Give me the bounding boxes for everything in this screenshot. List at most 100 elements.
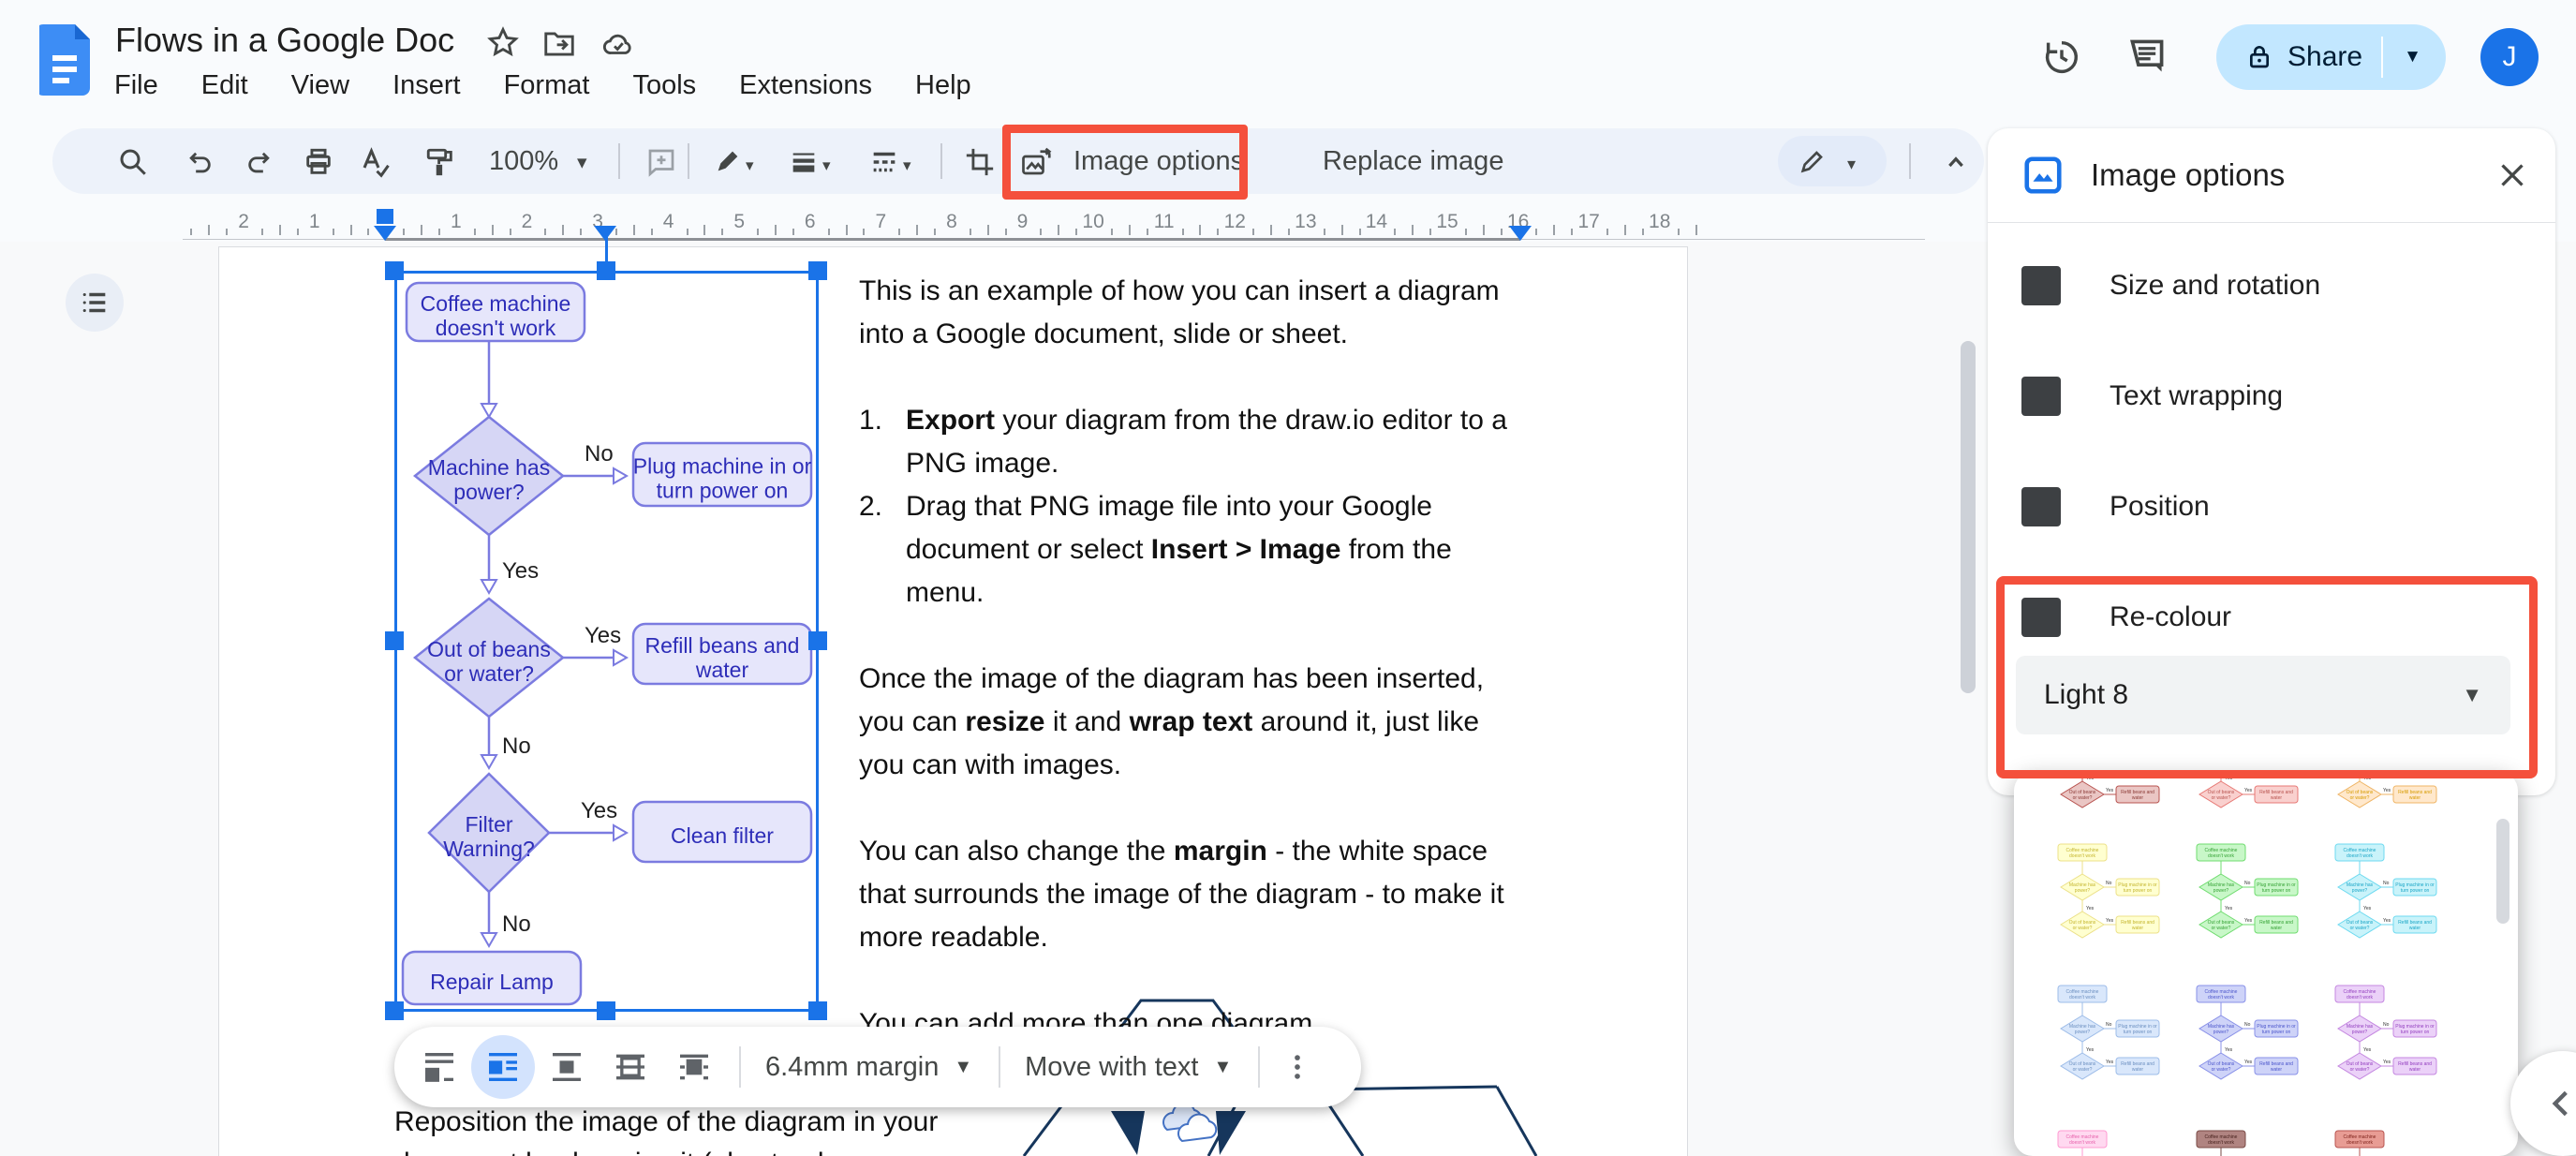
border-dash-icon[interactable]: [864, 141, 905, 183]
svg-text:Yes: Yes: [502, 558, 539, 584]
border-color-caret-icon: ▾: [746, 156, 754, 175]
avatar[interactable]: J: [2480, 28, 2539, 86]
annotation-box-recolour: [1996, 576, 2538, 778]
lock-icon: [2244, 41, 2274, 73]
section-toggle-icon[interactable]: [2021, 487, 2061, 526]
selection-handle[interactable]: [597, 261, 615, 280]
menu-edit[interactable]: Edit: [186, 67, 263, 104]
edit-pen-icon[interactable]: [1791, 141, 1832, 183]
edit-pen-caret-icon: ▾: [1847, 155, 1856, 174]
svg-text:Coffee machinedoesn't work: Coffee machinedoesn't work: [2344, 1134, 2376, 1146]
share-dropdown-caret[interactable]: ▼: [2398, 47, 2438, 67]
search-icon[interactable]: [112, 141, 154, 183]
flowchart-image[interactable]: Coffee machinedoesn't workMachine haspow…: [397, 274, 815, 1008]
cloud-status-icon[interactable]: [600, 26, 637, 62]
version-history-icon[interactable]: [2040, 36, 2083, 79]
recolour-thumbnail-light-blue[interactable]: Coffee machinedoesn't workMachine haspow…: [2050, 984, 2165, 1089]
paint-format-icon[interactable]: [420, 141, 461, 183]
panel-divider: [1988, 222, 2555, 223]
recolour-thumbnail-cyan[interactable]: Coffee machinedoesn't workMachine haspow…: [2328, 842, 2442, 947]
menu-insert[interactable]: Insert: [378, 67, 476, 104]
panel-section-text-wrapping[interactable]: Text wrapping: [2021, 377, 2283, 416]
wrap-text-icon[interactable]: [484, 1048, 522, 1086]
image-toolbar-more-icon[interactable]: [1279, 1048, 1316, 1086]
share-button[interactable]: Share ▼: [2216, 24, 2446, 90]
recolour-thumbnail-pink[interactable]: Coffee machinedoesn't workMachine haspow…: [2050, 1129, 2165, 1156]
close-panel-icon[interactable]: [2495, 158, 2529, 192]
recolour-thumbnail-green[interactable]: Coffee machinedoesn't workMachine haspow…: [2189, 842, 2303, 947]
margin-dropdown[interactable]: 6.4mm margin: [765, 1052, 939, 1083]
svg-text:Yes: Yes: [2086, 906, 2095, 911]
selection-handle[interactable]: [808, 261, 827, 280]
replace-image-button[interactable]: Replace image: [1323, 128, 1503, 194]
selection-handle[interactable]: [808, 1001, 827, 1020]
document-body-text[interactable]: This is an example of how you can insert…: [859, 270, 1528, 1089]
menu-view[interactable]: View: [276, 67, 364, 104]
recolour-thumbnail-orange[interactable]: Coffee machinedoesn't workMachine haspow…: [2328, 772, 2442, 817]
comments-icon[interactable]: [2126, 36, 2168, 77]
redo-icon[interactable]: [240, 141, 281, 183]
menu-format[interactable]: Format: [489, 67, 605, 104]
toolbar-divider: [1909, 143, 1911, 179]
svg-text:Yes: Yes: [2106, 1060, 2114, 1065]
first-line-indent-marker[interactable]: [377, 209, 393, 224]
image-toolbar-divider: [1258, 1046, 1260, 1088]
svg-text:Yes: Yes: [2106, 788, 2114, 793]
behind-text-icon[interactable]: [612, 1048, 649, 1086]
move-folder-icon[interactable]: [541, 26, 577, 62]
spellcheck-icon[interactable]: [355, 141, 396, 183]
panel-section-size-and-rotation[interactable]: Size and rotation: [2021, 266, 2320, 305]
show-outline-button[interactable]: [66, 274, 124, 332]
panel-section-position[interactable]: Position: [2021, 487, 2210, 526]
add-comment-icon[interactable]: [641, 141, 682, 183]
document-title[interactable]: Flows in a Google Doc: [115, 21, 454, 60]
wrap-inline-icon[interactable]: [421, 1048, 458, 1086]
svg-text:Coffee machinedoesn't work: Coffee machinedoesn't work: [2066, 848, 2099, 859]
section-toggle-icon[interactable]: [2021, 266, 2061, 305]
right-indent-marker[interactable]: [1509, 226, 1532, 241]
recolour-thumbnail-dark-red[interactable]: Coffee machinedoesn't workMachine haspow…: [2328, 1129, 2442, 1156]
break-text-icon[interactable]: [548, 1048, 585, 1086]
line-weight-icon[interactable]: [783, 141, 824, 183]
section-toggle-icon[interactable]: [2021, 377, 2061, 416]
border-color-pen-icon[interactable]: [706, 141, 748, 183]
docs-logo-icon[interactable]: [39, 24, 90, 96]
recolour-thumbnail-purple[interactable]: Coffee machinedoesn't workMachine haspow…: [2328, 984, 2442, 1089]
menu-file[interactable]: File: [99, 67, 173, 104]
selection-handle[interactable]: [385, 261, 404, 280]
toolbar-divider: [688, 143, 689, 179]
menu-extensions[interactable]: Extensions: [724, 67, 887, 104]
front-text-icon[interactable]: [675, 1048, 713, 1086]
recolour-thumbnail-dark-maroon[interactable]: Coffee machinedoesn't workMachine haspow…: [2189, 1129, 2303, 1156]
recolour-thumbnail-yellow[interactable]: Coffee machinedoesn't workMachine haspow…: [2050, 842, 2165, 947]
move-with-text-dropdown[interactable]: Move with text: [1025, 1052, 1198, 1083]
svg-text:Plug machine in orturn power o: Plug machine in orturn power on: [2118, 1024, 2157, 1035]
star-icon[interactable]: [485, 24, 521, 60]
left-indent-marker[interactable]: [374, 226, 396, 241]
selection-handle[interactable]: [808, 631, 827, 650]
document-scrollbar[interactable]: [1961, 341, 1976, 693]
zoom-select[interactable]: 100%: [489, 128, 558, 194]
svg-text:No: No: [2244, 1022, 2251, 1028]
print-icon[interactable]: [298, 141, 339, 183]
svg-text:Coffee machinedoesn't work: Coffee machinedoesn't work: [2066, 989, 2099, 1000]
selection-handle[interactable]: [597, 1001, 615, 1020]
horizontal-ruler[interactable]: 21123456789101112131415161718: [0, 207, 1986, 243]
image-toolbar-divider: [999, 1046, 1000, 1088]
menu-help[interactable]: Help: [900, 67, 986, 104]
recolour-thumbnail-maroon[interactable]: Coffee machinedoesn't workMachine haspow…: [2050, 772, 2165, 817]
crop-icon[interactable]: [959, 141, 1000, 183]
menu-tools[interactable]: Tools: [617, 67, 711, 104]
svg-text:Yes: Yes: [581, 798, 617, 823]
svg-text:Yes: Yes: [2244, 788, 2253, 793]
svg-text:Coffee machinedoesn't work: Coffee machinedoesn't work: [2205, 1134, 2238, 1146]
recolour-thumbnail-red[interactable]: Coffee machinedoesn't workMachine haspow…: [2189, 772, 2303, 817]
selection-handle[interactable]: [385, 1001, 404, 1020]
svg-text:Yes: Yes: [2106, 918, 2114, 924]
collapse-toolbar-icon[interactable]: [1935, 141, 1976, 183]
document-bottom-text[interactable]: Reposition the image of the diagram in y…: [394, 1102, 994, 1156]
undo-icon[interactable]: [178, 141, 219, 183]
selection-handle[interactable]: [385, 631, 404, 650]
recolour-thumbnail-indigo[interactable]: Coffee machinedoesn't workMachine haspow…: [2189, 984, 2303, 1089]
popup-scrollbar[interactable]: [2496, 819, 2509, 924]
